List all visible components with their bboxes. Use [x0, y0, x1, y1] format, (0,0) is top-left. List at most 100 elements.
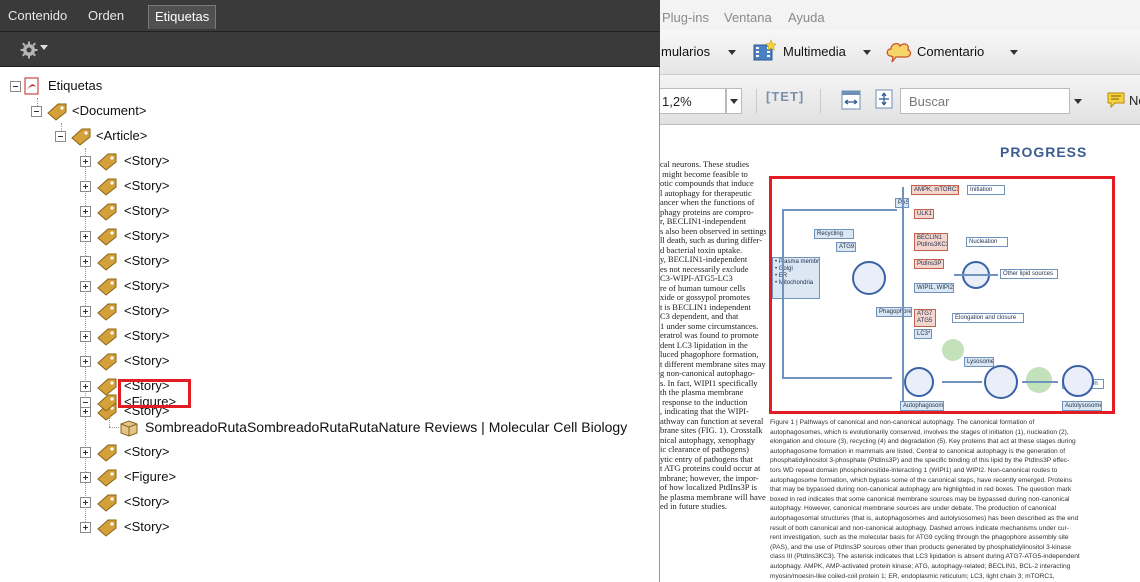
arrow-line [902, 187, 904, 402]
tree-node-document[interactable]: <Document> [0, 100, 660, 124]
tree-node-figure[interactable]: <Figure> [0, 466, 660, 490]
tree-node-story[interactable]: <Story> [0, 300, 660, 324]
expand-toggle[interactable] [80, 522, 91, 533]
tree-node-story[interactable]: <Story> [0, 225, 660, 249]
forms-button[interactable]: mularios [660, 30, 740, 75]
tree-node-etiquetas[interactable]: Etiquetas [0, 75, 660, 99]
search-dropdown-button[interactable] [1070, 88, 1086, 114]
expand-toggle[interactable] [80, 256, 91, 267]
figure-label-atg7: ATG7 ATG5 [914, 309, 936, 327]
tag-icon [97, 394, 117, 412]
figure-label-atg9: ATG9 [836, 242, 856, 252]
fit-page-icon[interactable] [873, 88, 895, 110]
expand-toggle[interactable] [80, 356, 91, 367]
tab-contenido[interactable]: Contenido [2, 5, 73, 29]
forms-label: mularios [661, 44, 711, 59]
tag-icon [97, 253, 117, 271]
expand-toggle[interactable] [80, 281, 91, 292]
expand-toggle[interactable] [80, 181, 91, 192]
menu-plugins[interactable]: Plug-ins [662, 10, 709, 25]
lysosome-dot [1026, 367, 1052, 393]
figure-1-pathway-diagram: AMPK, mTORC1 Initiation ULK1 PAS Recycli… [769, 176, 1115, 414]
arrow-line [942, 381, 982, 383]
figure-label-autophagosome: Autophagosome [900, 401, 944, 411]
expand-toggle[interactable] [80, 447, 91, 458]
figure-label-recycling: Recycling [814, 229, 854, 239]
tree-node-story[interactable]: <Story> [0, 250, 660, 274]
tree-node-story[interactable]: <Story> [0, 491, 660, 515]
collapse-toggle[interactable] [10, 81, 21, 92]
note-label[interactable]: No [1129, 93, 1140, 108]
tag-icon [97, 519, 117, 537]
comment-label: Comentario [917, 44, 985, 59]
collapse-toggle[interactable] [55, 131, 66, 142]
collapse-toggle[interactable] [80, 397, 91, 408]
zoom-input[interactable]: 1,2% [660, 88, 726, 114]
tree-node-label: <Story> [124, 253, 170, 268]
figure-label-elongation: Elongation and closure [952, 313, 1024, 323]
arrow-line [954, 274, 998, 276]
figure-label-nucleation: Nucleation [966, 237, 1008, 247]
fit-width-icon[interactable] [840, 89, 862, 111]
tag-icon [47, 103, 67, 121]
zoom-value: 1,2% [662, 94, 692, 109]
tree-node-story[interactable]: <Story> [0, 516, 660, 540]
tab-etiquetas[interactable]: Etiquetas [148, 5, 217, 29]
expand-toggle[interactable] [80, 306, 91, 317]
tree-node-story[interactable]: <Story> [0, 200, 660, 224]
expand-toggle[interactable] [80, 156, 91, 167]
figure-label-lysosome: Lysosome [964, 357, 994, 367]
zoom-dropdown-button[interactable] [726, 88, 742, 114]
tag-icon [97, 178, 117, 196]
tree-node-story[interactable]: <Story> [0, 150, 660, 174]
tag-icon [97, 444, 117, 462]
chevron-down-icon [1074, 99, 1082, 104]
tree-node-label: <Story> [124, 494, 170, 509]
collapse-toggle[interactable] [31, 106, 42, 117]
expand-toggle[interactable] [80, 331, 91, 342]
figure-label-phagophore: Phagophore [876, 307, 912, 317]
tag-icon [97, 328, 117, 346]
figure-label-sources: • Plasma membrane • Golgi • ER • Mitocho… [772, 257, 820, 299]
multimedia-icon [753, 39, 777, 61]
tree-node-label: <Story> [124, 519, 170, 534]
tet-button[interactable]: [TET] [766, 89, 804, 104]
tree-node-label: <Story> [124, 444, 170, 459]
figure-caption: Figure 1 | Pathways of canonical and non… [770, 419, 1080, 580]
tree-node-figure-selected[interactable]: <Figure> [0, 391, 660, 415]
tree-node-story[interactable]: <Story> [0, 441, 660, 465]
multimedia-button[interactable]: Multimedia [752, 30, 872, 75]
menu-bar: Plug-ins Ventana Ayuda [660, 0, 1140, 30]
tags-tree: Etiquetas <Document> <Article> <Story> <… [0, 68, 660, 582]
tab-orden[interactable]: Orden [82, 5, 130, 29]
arrow-line [1022, 381, 1058, 383]
search-placeholder: Buscar [909, 94, 950, 109]
expand-toggle[interactable] [80, 472, 91, 483]
expand-toggle[interactable] [80, 497, 91, 508]
menu-ventana[interactable]: Ventana [724, 10, 772, 25]
tree-node-story[interactable]: <Story> [0, 325, 660, 349]
fusion-circle [984, 365, 1018, 399]
options-dropdown-caret-icon[interactable] [40, 45, 48, 50]
tag-icon [97, 278, 117, 296]
tag-icon [97, 203, 117, 221]
comment-button[interactable]: Comentario [886, 30, 1018, 75]
app-window: Contenido Orden Etiquetas Etiquetas <Doc… [0, 0, 1140, 582]
document-page: PROGRESS cal neurons. These studies migh… [660, 126, 1140, 582]
tree-node-figure-content[interactable]: SombreadoRutaSombreadoRutaRutaNature Rev… [0, 416, 660, 440]
tree-node-story[interactable]: <Story> [0, 175, 660, 199]
gear-icon[interactable] [20, 41, 38, 59]
figure-label-initiation: Initiation [967, 185, 1005, 195]
expand-toggle[interactable] [80, 231, 91, 242]
tree-node-article[interactable]: <Article> [0, 125, 660, 149]
tree-root-label: Etiquetas [48, 78, 103, 93]
figure-label-wipi: WIPI1, WIPI2 [914, 283, 954, 293]
tasks-toolbar: mularios Multimedia Comentario [660, 30, 1140, 75]
search-input[interactable]: Buscar [900, 88, 1070, 114]
sticky-note-icon[interactable] [1106, 91, 1126, 109]
tree-node-label: <Story> [124, 203, 170, 218]
expand-toggle[interactable] [80, 206, 91, 217]
menu-ayuda[interactable]: Ayuda [788, 10, 825, 25]
tree-node-story[interactable]: <Story> [0, 350, 660, 374]
tree-node-story[interactable]: <Story> [0, 275, 660, 299]
